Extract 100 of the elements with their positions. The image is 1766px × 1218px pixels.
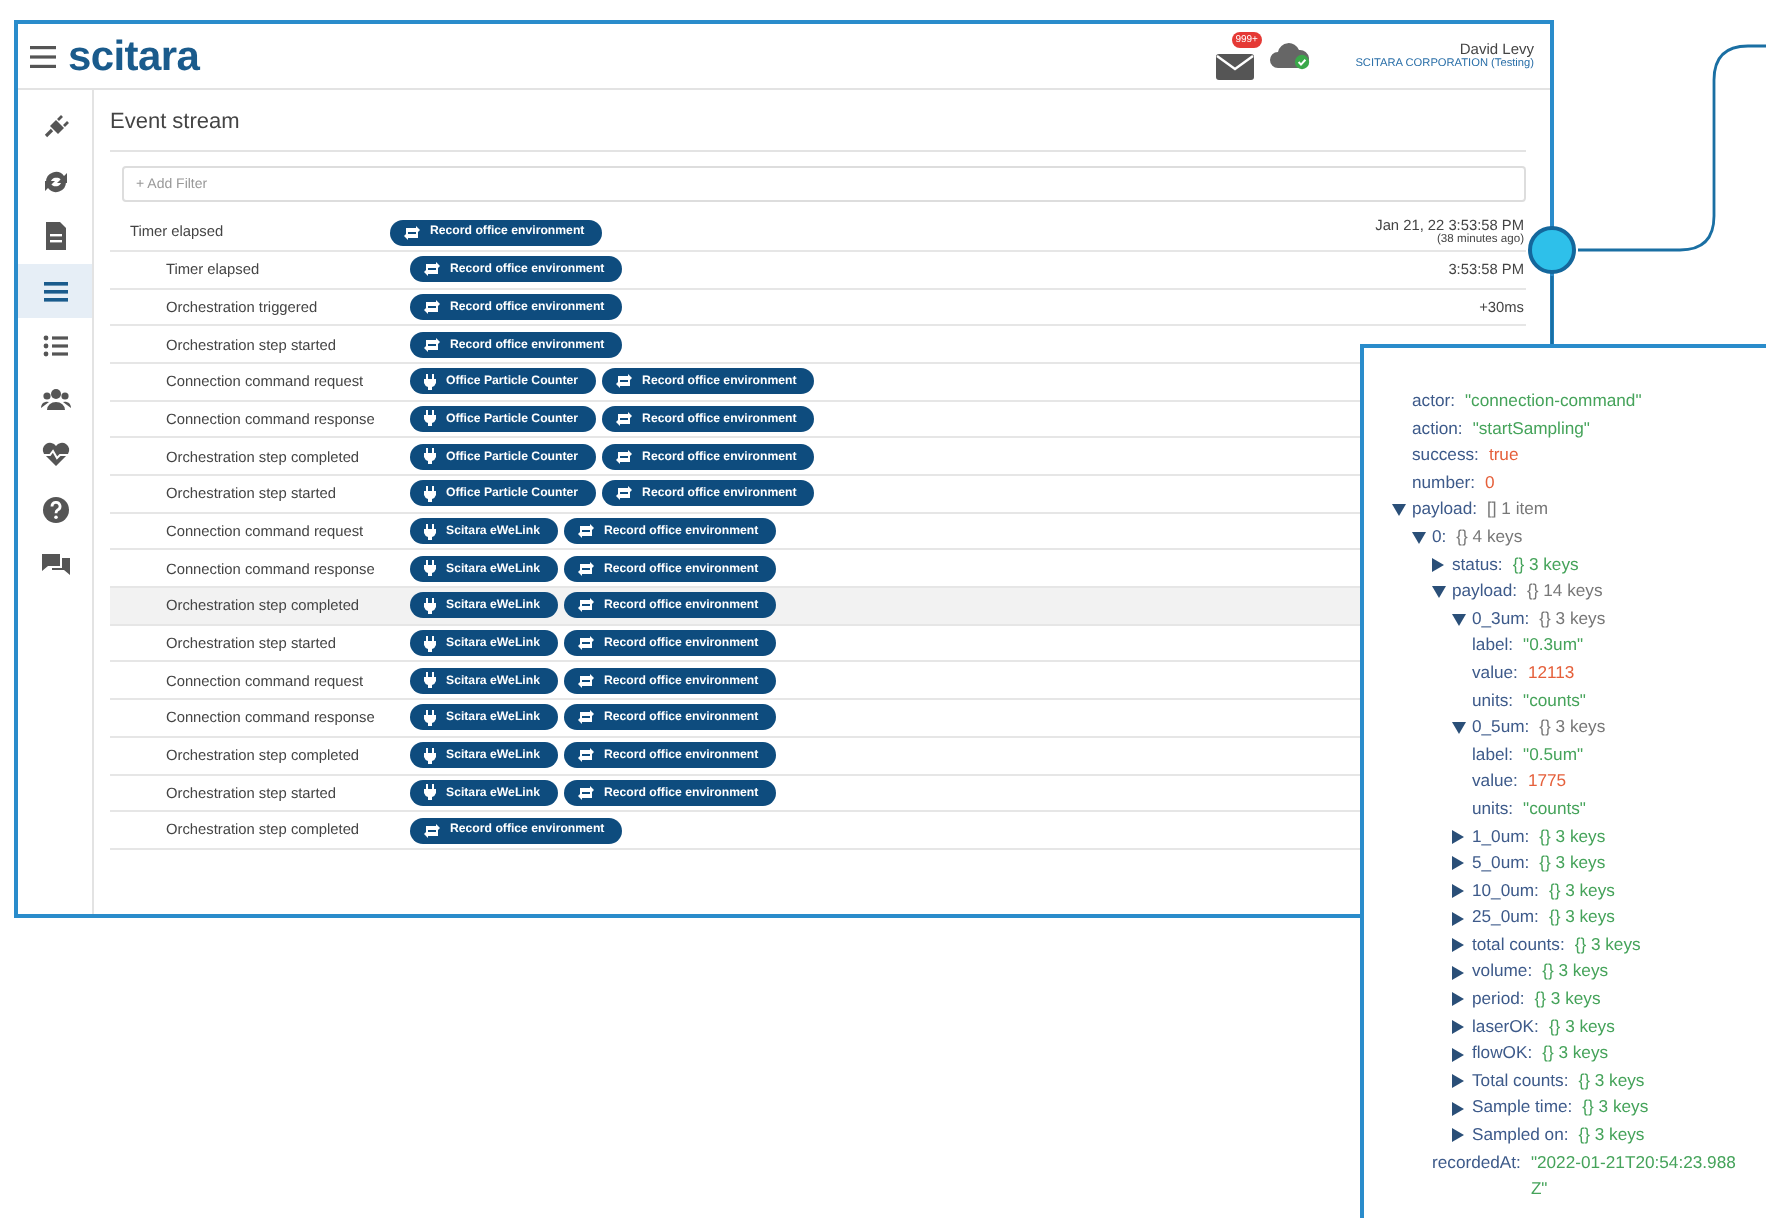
- json-value: "0.3um": [1523, 632, 1584, 659]
- expand-toggle-icon[interactable]: [1452, 965, 1464, 980]
- expand-toggle-icon[interactable]: [1452, 1047, 1464, 1062]
- json-summary: {} 3 keys: [1542, 958, 1609, 985]
- expand-toggle-icon[interactable]: [1452, 938, 1464, 953]
- json-key: 0:: [1432, 523, 1447, 552]
- json-key: laserOK:: [1472, 1013, 1539, 1041]
- json-key: Total counts:: [1472, 1067, 1569, 1095]
- json-key: action:: [1412, 415, 1463, 443]
- sync-icon: [616, 449, 633, 464]
- json-value: 1775: [1527, 768, 1567, 795]
- json-key: value:: [1472, 768, 1518, 796]
- sync-icon: [424, 299, 440, 314]
- json-key: payload:: [1412, 496, 1477, 524]
- json-key: actor:: [1412, 388, 1455, 416]
- sync-icon: [404, 225, 420, 240]
- json-value: "startSampling": [1472, 415, 1590, 442]
- expand-toggle-icon[interactable]: [1432, 557, 1444, 572]
- expand-toggle-icon[interactable]: [1452, 911, 1464, 926]
- sync-icon: [577, 598, 594, 613]
- json-key: status:: [1452, 551, 1503, 579]
- json-key: 0_3um:: [1472, 605, 1530, 633]
- plug-icon: [424, 784, 436, 801]
- expand-toggle-icon[interactable]: [1452, 1074, 1464, 1089]
- plug-icon: [424, 672, 436, 689]
- plug-icon: [424, 485, 436, 502]
- plug-icon: [424, 373, 436, 390]
- json-summary: {} 3 keys: [1578, 1122, 1645, 1149]
- json-key: 5_0um:: [1472, 850, 1530, 878]
- collapse-toggle-icon[interactable]: [1452, 721, 1466, 734]
- menu-icon: [30, 45, 56, 67]
- json-key: label:: [1472, 741, 1514, 769]
- json-value: 12113: [1527, 659, 1575, 686]
- sync-icon: [424, 262, 440, 277]
- sync-icon: [577, 673, 594, 688]
- cloud-check-icon[interactable]: [1267, 42, 1312, 70]
- sidebar-item[interactable]: [18, 263, 92, 319]
- json-summary: {} 14 keys: [1527, 578, 1603, 605]
- json-key: Sample time:: [1472, 1094, 1573, 1123]
- json-value: "counts": [1523, 795, 1586, 822]
- connector-node: [1528, 226, 1576, 274]
- json-value: true: [1488, 442, 1519, 469]
- json-key: payload:: [1452, 578, 1517, 606]
- expand-toggle-icon[interactable]: [1452, 829, 1464, 844]
- chat-icon: [39, 548, 71, 581]
- expand-toggle-icon[interactable]: [1452, 856, 1464, 871]
- collapse-toggle-icon[interactable]: [1452, 613, 1466, 626]
- json-summary: {} 3 keys: [1548, 904, 1615, 931]
- json-summary: {} 3 keys: [1542, 1040, 1609, 1067]
- sync-icon: [577, 710, 594, 725]
- sync-icon: [616, 486, 633, 501]
- plug-icon: [424, 597, 436, 614]
- json-value: "connection-command": [1465, 388, 1642, 414]
- json-value: "2022-01-21T20:54:23.988Z": [1530, 1149, 1738, 1203]
- sync-icon: [577, 636, 594, 651]
- sync-icon: [577, 561, 594, 576]
- json-key: value:: [1472, 659, 1518, 688]
- json-key: 25_0um:: [1472, 904, 1539, 932]
- json-key: volume:: [1472, 958, 1533, 987]
- json-value: "counts": [1523, 687, 1586, 714]
- json-summary: {} 3 keys: [1512, 551, 1579, 578]
- json-summary: {} 3 keys: [1539, 850, 1606, 877]
- json-summary: {} 3 keys: [1548, 877, 1615, 904]
- plug-icon: [424, 747, 436, 764]
- expand-toggle-icon[interactable]: [1452, 1101, 1464, 1116]
- page-title: Event stream: [110, 90, 1526, 153]
- json-key: success:: [1412, 442, 1479, 470]
- json-summary: {} 3 keys: [1574, 931, 1641, 958]
- collapse-toggle-icon[interactable]: [1392, 504, 1406, 517]
- plug-icon: [424, 560, 436, 577]
- sync-icon: [616, 411, 633, 426]
- json-key: Sampled on:: [1472, 1122, 1569, 1150]
- json-key: units:: [1472, 795, 1514, 823]
- heart-pulse-icon: [39, 438, 71, 471]
- plug-icon: [424, 410, 436, 427]
- expand-toggle-icon[interactable]: [1452, 883, 1464, 898]
- plug-icon: [424, 448, 436, 465]
- collapse-toggle-icon[interactable]: [1412, 531, 1426, 544]
- sync-icon: [577, 748, 594, 763]
- plug-icon: [424, 635, 436, 652]
- json-key: recordedAt:: [1432, 1149, 1521, 1204]
- menu-button[interactable]: [30, 45, 56, 67]
- json-summary: {} 3 keys: [1578, 1067, 1645, 1094]
- expand-toggle-icon[interactable]: [1452, 1128, 1464, 1143]
- expand-toggle-icon[interactable]: [1452, 1019, 1464, 1034]
- json-summary: [] 1 item: [1487, 496, 1549, 523]
- json-key: 0_5um:: [1472, 714, 1530, 742]
- plug-icon: [424, 523, 436, 540]
- json-key: label:: [1472, 632, 1514, 660]
- collapse-toggle-icon[interactable]: [1432, 585, 1446, 598]
- json-key: 1_0um:: [1472, 823, 1530, 851]
- expand-toggle-icon[interactable]: [1452, 992, 1464, 1007]
- mail-icon[interactable]: [1215, 51, 1256, 80]
- sync-icon: [577, 785, 594, 800]
- json-key: 10_0um:: [1472, 877, 1539, 905]
- help-icon: [39, 493, 71, 526]
- json-summary: {} 4 keys: [1456, 523, 1523, 550]
- plug-icon: [424, 709, 436, 726]
- json-key: units:: [1472, 687, 1514, 715]
- json-summary: {} 3 keys: [1534, 986, 1601, 1013]
